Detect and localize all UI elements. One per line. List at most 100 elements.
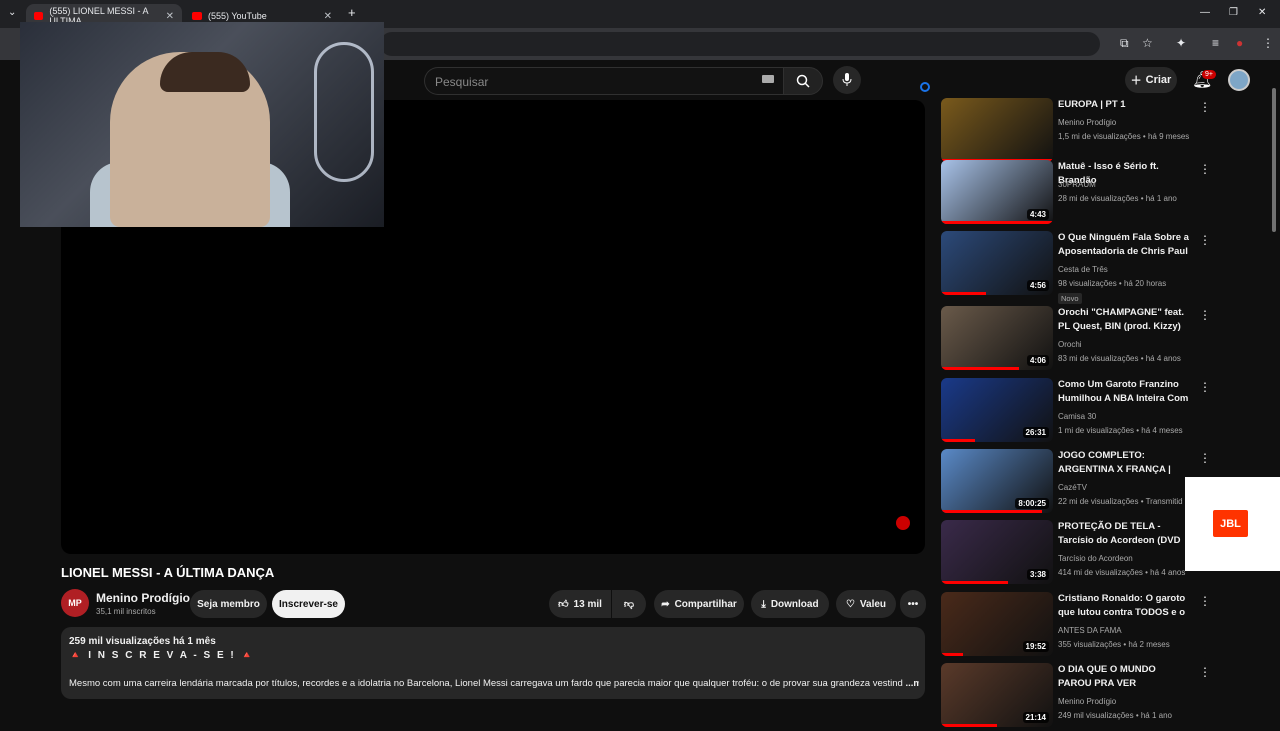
menu-icon[interactable]: ⋮ <box>1262 36 1274 50</box>
video-meta: 98 visualizações • há 20 horas <box>1058 279 1167 288</box>
video-title[interactable]: Cristiano Ronaldo: O garoto que lutou co… <box>1058 592 1192 620</box>
more-vertical-icon[interactable]: ⋮ <box>1199 308 1211 322</box>
channel-name[interactable]: Tarcísio do Acordeon <box>1058 554 1133 563</box>
maximize-icon[interactable]: ❐ <box>1229 7 1238 18</box>
view-count-date: 259 mil visualizações há 1 mês <box>69 636 216 647</box>
share-icon: ➦ <box>661 598 670 610</box>
recommendation-item[interactable]: 21:14 O DIA QUE O MUNDO PAROU PRA VER RO… <box>941 663 1241 731</box>
tab-search-icon[interactable]: ⌄ <box>8 7 16 18</box>
address-bar[interactable] <box>380 32 1100 56</box>
recommendation-item[interactable]: 4:06 Orochi "CHAMPAGNE" feat. PL Quest, … <box>941 306 1241 374</box>
channel-name[interactable]: Camisa 30 <box>1058 412 1096 421</box>
video-title[interactable]: PROTEÇÃO DE TELA - Tarcísio do Acordeon … <box>1058 520 1192 548</box>
channel-name[interactable]: Cesta de Três <box>1058 265 1108 274</box>
youtube-favicon-icon <box>34 12 44 20</box>
video-thumbnail[interactable]: 26:31 <box>941 378 1053 442</box>
search-input[interactable]: Pesquisar <box>424 67 784 95</box>
like-count: 13 mil <box>573 598 602 610</box>
close-icon[interactable]: ✕ <box>324 11 332 22</box>
video-thumbnail[interactable] <box>941 98 1053 162</box>
minimize-icon[interactable]: — <box>1200 7 1210 18</box>
loading-spinner-icon <box>920 82 930 92</box>
close-icon[interactable]: ✕ <box>166 11 174 22</box>
more-vertical-icon[interactable]: ⋮ <box>1199 665 1211 679</box>
video-title[interactable]: O DIA QUE O MUNDO PAROU PRA VER RONALDIN… <box>1058 663 1192 691</box>
recommendation-item[interactable]: 19:52 Cristiano Ronaldo: O garoto que lu… <box>941 592 1241 660</box>
video-duration: 21:14 <box>1022 712 1049 723</box>
search-button[interactable] <box>783 67 823 95</box>
like-button[interactable]: 👍︎ 13 mil <box>549 590 611 618</box>
show-more-link[interactable]: ...mais <box>905 678 919 689</box>
video-duration: 26:31 <box>1022 427 1049 438</box>
video-title[interactable]: JOGO COMPLETO: ARGENTINA X FRANÇA | FINA… <box>1058 449 1192 477</box>
video-title[interactable]: EUROPA | PT 1 <box>1058 98 1192 112</box>
video-meta: 1,5 mi de visualizações • há 9 meses <box>1058 132 1190 141</box>
video-thumbnail[interactable]: 21:14 <box>941 663 1053 727</box>
keyboard-icon[interactable] <box>762 75 774 83</box>
video-title[interactable]: Como Um Garoto Franzino Humilhou A NBA I… <box>1058 378 1192 406</box>
scrollbar[interactable] <box>1272 88 1276 232</box>
watch-progress-bar <box>941 221 1053 224</box>
channel-name[interactable]: Orochi <box>1058 340 1082 349</box>
watch-progress-bar <box>941 724 997 727</box>
profile-icon[interactable]: ● <box>1236 36 1243 50</box>
more-vertical-icon[interactable]: ⋮ <box>1199 451 1211 465</box>
new-badge: Novo <box>1058 293 1082 304</box>
more-vertical-icon[interactable]: ⋮ <box>1199 380 1211 394</box>
subscribe-button[interactable]: Inscrever-se <box>272 590 345 618</box>
share-button[interactable]: ➦ Compartilhar <box>654 590 744 618</box>
bookmark-star-icon[interactable]: ☆ <box>1142 36 1153 50</box>
account-avatar[interactable] <box>1228 69 1250 91</box>
description-body: Mesmo com uma carreira lendária marcada … <box>69 678 903 689</box>
more-vertical-icon[interactable]: ⋮ <box>1199 100 1211 114</box>
more-actions-button[interactable]: ••• <box>900 590 926 618</box>
video-thumbnail[interactable]: 4:56 <box>941 231 1053 295</box>
youtube-favicon-icon <box>192 12 202 20</box>
extensions-icon[interactable]: ✦ <box>1176 36 1186 50</box>
create-button[interactable]: ＋ Criar <box>1125 67 1177 93</box>
install-icon[interactable]: ⧉ <box>1120 36 1129 51</box>
channel-name[interactable]: 30PRAUM <box>1058 180 1096 189</box>
thumbs-down-icon: 👎︎ <box>623 599 635 610</box>
recommendation-item[interactable]: 26:31 Como Um Garoto Franzino Humilhou A… <box>941 378 1241 446</box>
new-tab-button[interactable]: + <box>348 5 356 20</box>
share-label: Compartilhar <box>674 598 737 610</box>
video-duration: 4:56 <box>1026 280 1049 291</box>
video-thumbnail[interactable]: 19:52 <box>941 592 1053 656</box>
channel-watermark-icon[interactable] <box>896 516 910 530</box>
thanks-button[interactable]: ♡ Valeu <box>836 590 896 618</box>
video-duration: 4:06 <box>1026 355 1049 366</box>
media-icon[interactable]: ≡ <box>1212 36 1219 50</box>
channel-name[interactable]: Menino Prodígio <box>96 591 190 605</box>
more-vertical-icon[interactable]: ⋮ <box>1199 594 1211 608</box>
video-thumbnail[interactable]: 8:00:25 <box>941 449 1053 513</box>
channel-name[interactable]: Menino Prodígio <box>1058 118 1116 127</box>
more-vertical-icon[interactable]: ⋮ <box>1199 233 1211 247</box>
close-window-icon[interactable]: ✕ <box>1258 7 1266 18</box>
video-meta: 28 mi de visualizações • há 1 ano <box>1058 194 1177 203</box>
channel-name[interactable]: CazéTV <box>1058 483 1087 492</box>
background-lights <box>314 42 374 182</box>
video-thumbnail[interactable]: 3:38 <box>941 520 1053 584</box>
dislike-button[interactable]: 👎︎ <box>612 590 646 618</box>
channel-avatar[interactable]: MP <box>61 589 89 617</box>
jbl-logo: JBL <box>1213 510 1248 537</box>
recommendation-item[interactable]: EUROPA | PT 1 Menino Prodígio 1,5 mi de … <box>941 98 1241 162</box>
subscribe-callout: 🔺 I N S C R E V A - S E ! 🔺 <box>69 650 255 661</box>
more-vertical-icon[interactable]: ⋮ <box>1199 162 1211 176</box>
video-thumbnail[interactable]: 4:43 <box>941 160 1053 224</box>
video-title[interactable]: Orochi "CHAMPAGNE" feat. PL Quest, BIN (… <box>1058 306 1192 334</box>
channel-name[interactable]: ANTES DA FAMA <box>1058 626 1122 635</box>
thumbs-up-icon: 👍︎ <box>558 599 569 610</box>
watch-progress-bar <box>941 367 1020 370</box>
tab-label: (555) YouTube <box>208 11 267 21</box>
recommendation-item[interactable]: 4:43 Matuê - Isso é Sério ft. Brandão 30… <box>941 160 1241 228</box>
recommendation-item[interactable]: 4:56 O Que Ninguém Fala Sobre a Aposenta… <box>941 231 1241 304</box>
channel-name[interactable]: Menino Prodígio <box>1058 697 1116 706</box>
join-button[interactable]: Seja membro <box>190 590 267 618</box>
video-title[interactable]: O Que Ninguém Fala Sobre a Aposentadoria… <box>1058 231 1192 259</box>
voice-search-button[interactable] <box>833 66 861 94</box>
video-thumbnail[interactable]: 4:06 <box>941 306 1053 370</box>
video-duration: 3:38 <box>1026 569 1049 580</box>
download-button[interactable]: ⤓ Download <box>751 590 829 618</box>
